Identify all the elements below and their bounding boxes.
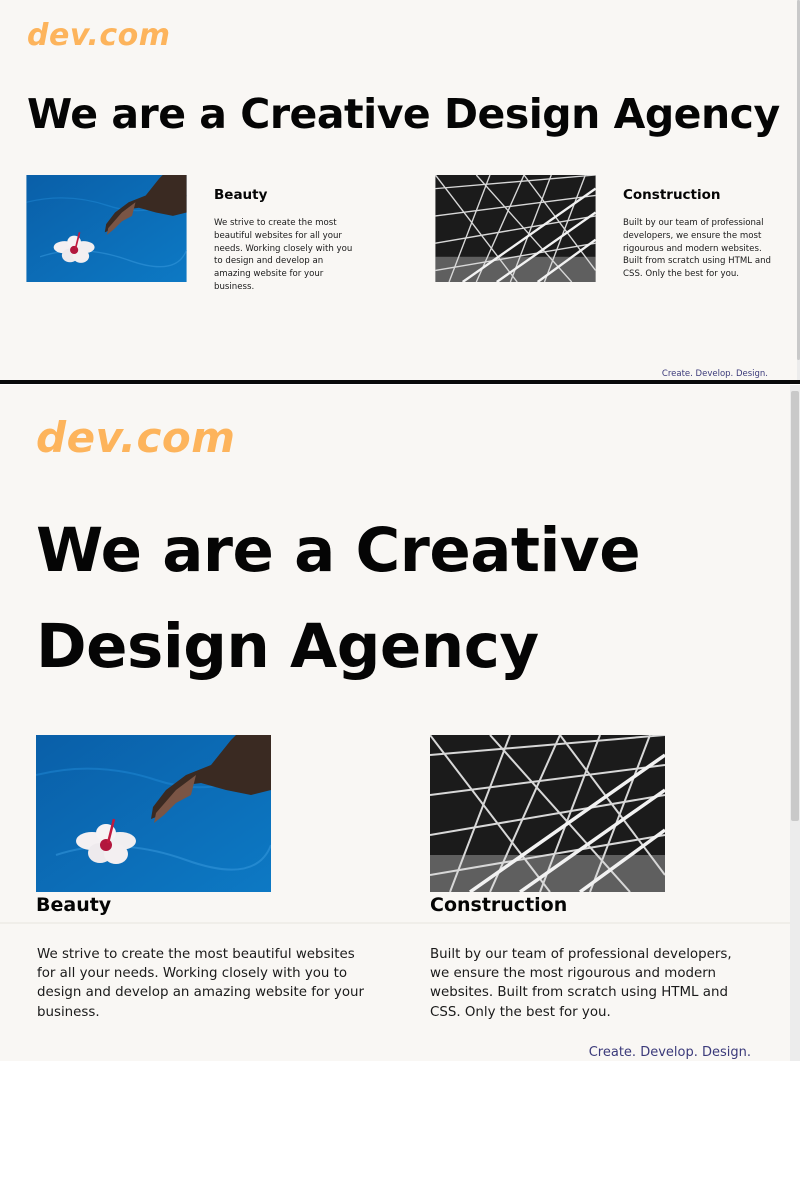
page-headline: We are a Creative Design Agency bbox=[27, 90, 780, 138]
viewport-divider bbox=[0, 380, 800, 384]
site-logo[interactable]: dev.com bbox=[27, 18, 170, 53]
construction-image bbox=[435, 175, 596, 282]
card-text-beauty: We strive to create the most beautiful w… bbox=[37, 947, 365, 1020]
desktop-viewport: dev.com We are a Creative Design Agency bbox=[0, 0, 797, 380]
site-logo[interactable]: dev.com bbox=[36, 413, 235, 462]
card-title-beauty: Beauty bbox=[36, 894, 112, 916]
card-text-construction: Built by our team of professional develo… bbox=[623, 218, 771, 280]
construction-image bbox=[430, 735, 665, 892]
card-title-construction: Construction bbox=[623, 187, 721, 203]
card-text-beauty: We strive to create the most beautiful w… bbox=[214, 218, 353, 292]
card-title-beauty: Beauty bbox=[214, 187, 268, 203]
zoomed-viewport: dev.com We are a Creative Design Agency bbox=[0, 385, 790, 1061]
scrollbar-thumb-bottom[interactable] bbox=[791, 391, 799, 821]
beauty-image bbox=[36, 735, 271, 892]
card-title-construction: Construction bbox=[430, 894, 568, 916]
site-tagline: Create. Develop. Design. bbox=[661, 369, 768, 379]
site-tagline: Create. Develop. Design. bbox=[588, 1045, 751, 1060]
beauty-image bbox=[26, 175, 187, 282]
page-headline: We are a Creative Design Agency bbox=[36, 515, 641, 682]
vertical-scrollbar-bottom[interactable] bbox=[790, 385, 800, 1061]
card-text-construction: Built by our team of professional develo… bbox=[430, 947, 732, 1020]
render-seam bbox=[0, 922, 790, 924]
